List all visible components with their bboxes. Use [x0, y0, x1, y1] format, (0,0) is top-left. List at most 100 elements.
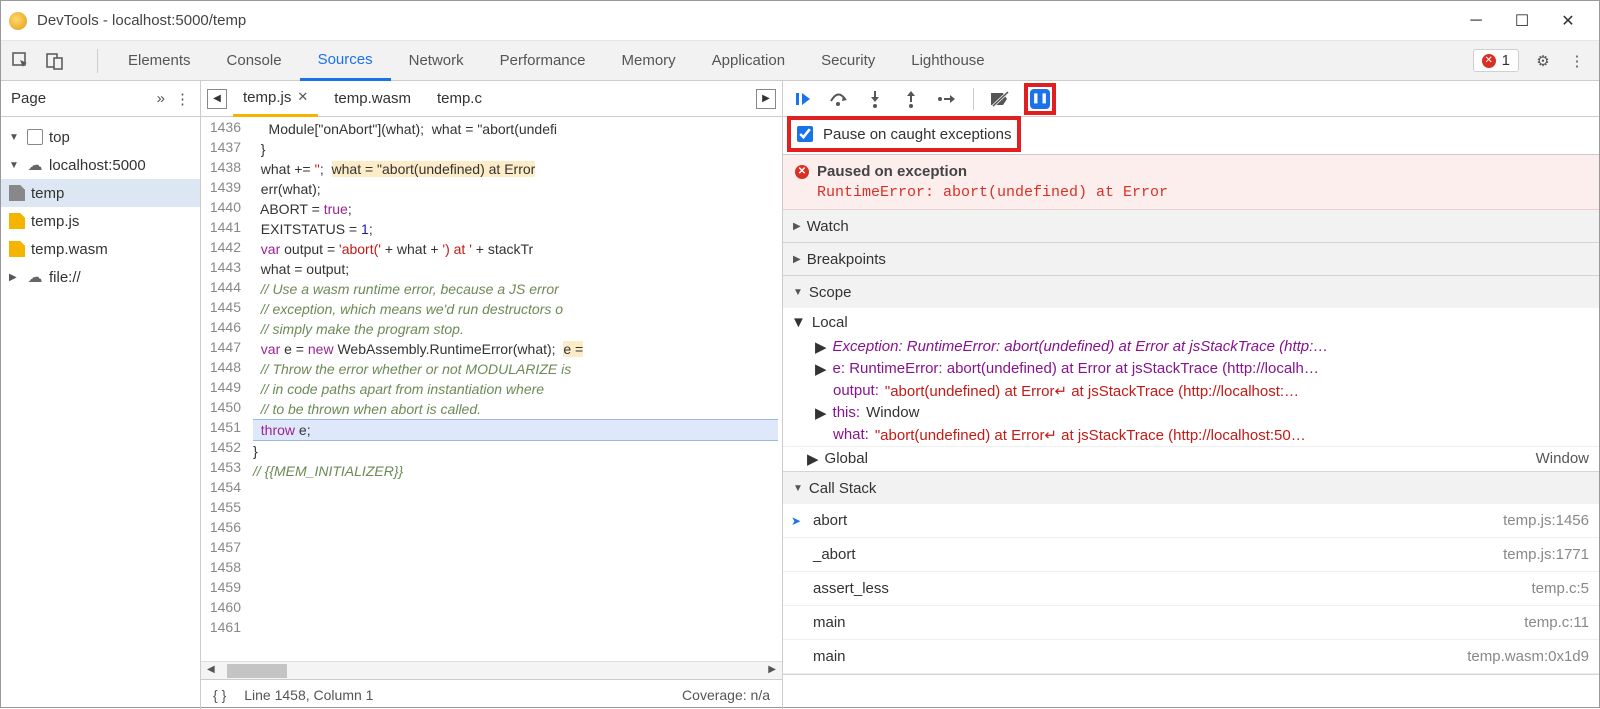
section-header-callstack[interactable]: ▼Call Stack: [783, 472, 1599, 504]
scroll-left-icon[interactable]: ◀: [205, 662, 217, 677]
device-toolbar-icon[interactable]: [45, 51, 65, 71]
tree-host[interactable]: ▼localhost:5000: [1, 151, 200, 179]
pause-caught-label: Pause on caught exceptions: [823, 126, 1011, 143]
devtools-favicon: [9, 12, 27, 30]
pause-caught-input[interactable]: [797, 126, 813, 142]
navigator-panel: Page » ⋮ ▼top ▼localhost:5000 temp temp.…: [1, 81, 201, 709]
scope-local-header[interactable]: ▼Local: [791, 308, 1599, 336]
step-icon[interactable]: [937, 89, 957, 109]
code-lines[interactable]: Module["onAbort"](what); what = "abort(u…: [249, 117, 782, 661]
tree-file-scheme-label: file://: [49, 269, 81, 286]
tree-file-label: temp.wasm: [31, 241, 108, 258]
close-button[interactable]: ✕: [1545, 6, 1591, 36]
stack-fn: main: [813, 648, 846, 665]
pretty-print-icon[interactable]: { }: [213, 687, 226, 703]
cursor-position: Line 1458, Column 1: [244, 687, 373, 703]
stack-loc: temp.js:1456: [1503, 512, 1589, 529]
scroll-thumb[interactable]: [227, 664, 287, 678]
tab-lighthouse[interactable]: Lighthouse: [893, 41, 1002, 81]
window-titlebar: DevTools - localhost:5000/temp ─ ☐ ✕: [1, 1, 1599, 41]
code-editor[interactable]: 1436143714381439144014411442144314441445…: [201, 117, 782, 661]
scroll-right-icon[interactable]: ▶: [766, 662, 778, 677]
editor-tab-tempjs[interactable]: temp.js ✕: [233, 81, 318, 117]
tab-network[interactable]: Network: [391, 41, 482, 81]
tab-console[interactable]: Console: [209, 41, 300, 81]
section-label: Breakpoints: [807, 251, 886, 268]
stack-fn: _abort: [813, 546, 856, 563]
callstack-frame[interactable]: abort temp.js:1456: [783, 504, 1599, 538]
navigator-more-icon[interactable]: »: [157, 90, 165, 108]
separator: [973, 88, 974, 110]
settings-gear-icon[interactable]: ⚙: [1533, 51, 1553, 71]
editor-tab-label: temp.wasm: [334, 90, 411, 107]
more-menu-icon[interactable]: ⋮: [1567, 51, 1587, 71]
tab-memory[interactable]: Memory: [604, 41, 694, 81]
scope-var-e[interactable]: ▶e: RuntimeError: abort(undefined) at Er…: [791, 358, 1599, 380]
pause-on-caught-checkbox[interactable]: Pause on caught exceptions: [787, 116, 1021, 152]
section-header-scope[interactable]: ▼Scope: [783, 276, 1599, 308]
editor-tab-tempwasm[interactable]: temp.wasm: [324, 81, 421, 117]
deactivate-breakpoints-icon[interactable]: [990, 89, 1010, 109]
debugger-panel: ❚❚ Pause on caught exceptions ✕Paused on…: [783, 81, 1599, 709]
tab-elements[interactable]: Elements: [110, 41, 209, 81]
callstack-frame[interactable]: main temp.wasm:0x1d9: [783, 640, 1599, 674]
section-watch: ▶Watch: [783, 210, 1599, 243]
resume-icon[interactable]: [793, 89, 813, 109]
tree-file-scheme[interactable]: ▶file://: [1, 263, 200, 291]
tree-host-label: localhost:5000: [49, 157, 146, 174]
stack-fn: main: [813, 614, 846, 631]
scope-var-exception[interactable]: ▶Exception: RuntimeError: abort(undefine…: [791, 336, 1599, 358]
editor-panel: ◀ temp.js ✕ temp.wasm temp.c ▶ 1436143714…: [201, 81, 783, 709]
debugger-toolbar: ❚❚: [783, 81, 1599, 117]
scope-var-output[interactable]: output: "abort(undefined) at Error↵ at j…: [791, 380, 1599, 402]
section-label: Scope: [809, 284, 852, 301]
scope-var-this[interactable]: ▶this: Window: [791, 402, 1599, 424]
error-icon: ✕: [795, 165, 809, 179]
editor-runsnippet-icon[interactable]: ▶: [756, 89, 776, 109]
editor-tabbar: ◀ temp.js ✕ temp.wasm temp.c ▶: [201, 81, 782, 117]
scope-global[interactable]: ▶GlobalWindow: [783, 447, 1599, 471]
pause-exceptions-highlight: ❚❚: [1024, 83, 1056, 115]
minimize-button[interactable]: ─: [1453, 6, 1499, 36]
callstack-frame[interactable]: maintemp.c:11: [783, 606, 1599, 640]
tree-top[interactable]: ▼top: [1, 123, 200, 151]
editor-hscrollbar[interactable]: ◀ ▶: [201, 661, 782, 679]
stack-loc: temp.c:5: [1531, 580, 1589, 597]
editor-tab-tempc[interactable]: temp.c: [427, 81, 492, 117]
section-scope: ▼Scope ▼Local ▶Exception: RuntimeError: …: [783, 276, 1599, 472]
section-header-watch[interactable]: ▶Watch: [783, 210, 1599, 242]
section-header-breakpoints[interactable]: ▶Breakpoints: [783, 243, 1599, 275]
step-over-icon[interactable]: [829, 89, 849, 109]
step-out-icon[interactable]: [901, 89, 921, 109]
editor-statusbar: { } Line 1458, Column 1 Coverage: n/a: [201, 679, 782, 709]
paused-banner: ✕Paused on exception RuntimeError: abort…: [783, 155, 1599, 210]
separator: [97, 49, 98, 73]
tab-security[interactable]: Security: [803, 41, 893, 81]
tree-file-label: temp: [31, 185, 64, 202]
editor-tab-label: temp.c: [437, 90, 482, 107]
step-into-icon[interactable]: [865, 89, 885, 109]
editor-nav-icon[interactable]: ◀: [207, 89, 227, 109]
section-label: Call Stack: [809, 480, 877, 497]
tab-performance[interactable]: Performance: [482, 41, 604, 81]
editor-tab-label: temp.js: [243, 89, 291, 106]
tree-file-temp[interactable]: temp: [1, 179, 200, 207]
tab-sources[interactable]: Sources: [300, 41, 391, 81]
inspect-element-icon[interactable]: [11, 51, 31, 71]
window-title: DevTools - localhost:5000/temp: [37, 12, 1453, 29]
stack-fn: abort: [813, 512, 847, 529]
navigator-kebab-icon[interactable]: ⋮: [175, 90, 190, 108]
tree-file-tempjs[interactable]: temp.js: [1, 207, 200, 235]
error-count-badge[interactable]: ✕ 1: [1473, 49, 1519, 72]
tab-application[interactable]: Application: [694, 41, 803, 81]
tree-file-tempwasm[interactable]: temp.wasm: [1, 235, 200, 263]
stack-loc: temp.wasm:0x1d9: [1467, 648, 1589, 665]
close-tab-icon[interactable]: ✕: [297, 89, 308, 105]
pause-on-exceptions-icon[interactable]: ❚❚: [1030, 89, 1050, 109]
navigator-page-label[interactable]: Page: [11, 90, 46, 107]
maximize-button[interactable]: ☐: [1499, 6, 1545, 36]
scope-var-what[interactable]: what: "abort(undefined) at Error↵ at jsS…: [791, 424, 1599, 446]
callstack-frame[interactable]: assert_lesstemp.c:5: [783, 572, 1599, 606]
callstack-frame[interactable]: _aborttemp.js:1771: [783, 538, 1599, 572]
line-gutter: 1436143714381439144014411442144314441445…: [201, 117, 249, 661]
